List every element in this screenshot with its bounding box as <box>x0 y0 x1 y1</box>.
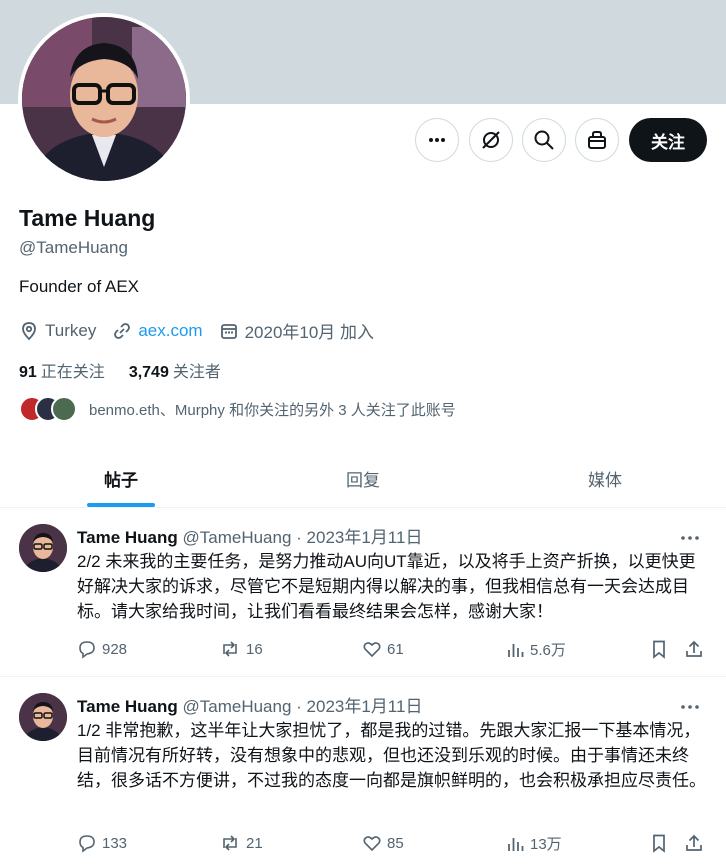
views-count: 5.6万 <box>530 642 566 659</box>
followers-count: 3,749 <box>128 364 169 381</box>
website[interactable]: aex.com <box>112 321 203 341</box>
avatar-photo <box>22 17 186 181</box>
tab-media-label: 媒体 <box>588 471 622 490</box>
more-button[interactable] <box>415 118 459 162</box>
views-count: 13万 <box>530 836 562 853</box>
tweet-header: Tame Huang @TameHuang · 2023年1月11日 <box>77 692 422 717</box>
tweet-handle-date[interactable]: @TameHuang · 2023年1月11日 <box>183 697 423 716</box>
like-count: 61 <box>387 640 404 658</box>
profile-tabs: 帖子 回复 媒体 <box>0 450 726 508</box>
tweet-handle-date[interactable]: @TameHuang · 2023年1月11日 <box>183 528 423 547</box>
profile-meta: Turkey aex.com 2020年10月 加入 <box>19 318 390 343</box>
tweet-text: 2/2 未来我的主要任务，是努力推动AU向UT靠近，以及将手上资产折换，以更快更… <box>77 552 696 621</box>
reply-count: 928 <box>102 640 128 658</box>
reply-count: 133 <box>102 834 128 852</box>
reply-icon <box>79 641 95 659</box>
following-link[interactable]: 91 正在关注 <box>19 358 105 382</box>
reply-icon <box>79 835 95 853</box>
link-icon <box>114 322 131 339</box>
tweet[interactable]: Tame Huang @TameHuang · 2023年1月11日 2/2 未… <box>0 509 726 677</box>
retweet-button[interactable]: 21 <box>219 833 263 853</box>
bookmark-button[interactable] <box>649 639 669 663</box>
following-label: 正在关注 <box>40 364 105 381</box>
retweet-count: 21 <box>246 834 263 852</box>
views-button[interactable]: 5.6万 <box>505 639 566 660</box>
calendar-icon <box>220 323 237 339</box>
join-date-text: 2020年10月 加入 <box>244 323 375 342</box>
location-icon <box>22 321 36 340</box>
views-icon <box>508 643 524 657</box>
followers-label: 关注者 <box>172 364 221 381</box>
tweet-more-button[interactable] <box>680 525 700 546</box>
tweet-actions: 133 21 85 13万 <box>77 833 707 857</box>
following-count: 91 <box>19 364 37 381</box>
reply-button[interactable]: 133 <box>77 833 127 853</box>
retweet-icon <box>223 835 237 851</box>
views-button[interactable]: 13万 <box>505 833 562 854</box>
bookmark-button[interactable] <box>649 833 669 857</box>
active-tab-indicator <box>87 503 155 507</box>
reply-button[interactable]: 928 <box>77 639 127 659</box>
like-icon <box>363 836 381 852</box>
known-followers[interactable]: benmo.eth、Murphy 和你关注的另外 3 人关注了此账号 <box>19 396 456 422</box>
like-count: 85 <box>387 834 404 852</box>
like-button[interactable]: 61 <box>362 639 404 659</box>
grok-button[interactable] <box>469 118 513 162</box>
tab-posts[interactable]: 帖子 <box>0 450 242 507</box>
views-icon <box>508 837 524 851</box>
share-icon <box>686 640 702 657</box>
follow-stats: 91 正在关注 3,749 关注者 <box>19 358 245 382</box>
tweet-avatar[interactable] <box>19 693 67 741</box>
more-icon <box>429 138 445 142</box>
profile-name: Tame Huang <box>19 205 156 231</box>
share-icon <box>686 834 702 851</box>
known-follower-avatar <box>51 396 77 422</box>
tweet-avatar[interactable] <box>19 524 67 572</box>
share-button[interactable] <box>684 639 704 663</box>
like-button[interactable]: 85 <box>362 833 404 853</box>
gift-button[interactable] <box>575 118 619 162</box>
tweet-actions: 928 16 61 5.6万 <box>77 639 707 663</box>
avatar-photo <box>19 524 67 572</box>
tweet-author-name[interactable]: Tame Huang <box>77 697 178 716</box>
grok-icon <box>482 131 500 149</box>
followers-link[interactable]: 3,749 关注者 <box>129 358 221 382</box>
profile-handle: @TameHuang <box>19 238 128 257</box>
follow-button[interactable]: 关注 <box>629 118 707 162</box>
share-button[interactable] <box>684 833 704 857</box>
search-button[interactable] <box>522 118 566 162</box>
tweet-more-button[interactable] <box>680 694 700 715</box>
location-text: Turkey <box>45 320 97 340</box>
tweet-author-name[interactable]: Tame Huang <box>77 528 178 547</box>
tweet[interactable]: Tame Huang @TameHuang · 2023年1月11日 1/2 非… <box>0 678 726 865</box>
tab-replies-label: 回复 <box>346 471 380 490</box>
tweet-text: 1/2 非常抱歉，这半年让大家担忧了，都是我的过错。先跟大家汇报一下基本情况，目… <box>77 721 706 790</box>
retweet-icon <box>223 641 237 657</box>
retweet-count: 16 <box>246 640 263 658</box>
join-date: 2020年10月 加入 <box>219 318 374 343</box>
more-icon <box>681 705 699 709</box>
bookmark-icon <box>653 834 665 853</box>
tab-media[interactable]: 媒体 <box>484 450 726 507</box>
profile-bio: Founder of AEX <box>19 277 140 296</box>
website-link[interactable]: aex.com <box>138 321 202 341</box>
gift-icon <box>588 131 606 149</box>
like-icon <box>363 642 381 658</box>
tweet-header: Tame Huang @TameHuang · 2023年1月11日 <box>77 523 422 548</box>
known-followers-text: benmo.eth、Murphy 和你关注的另外 3 人关注了此账号 <box>89 401 456 419</box>
avatar-photo <box>19 693 67 741</box>
tab-replies[interactable]: 回复 <box>242 450 484 507</box>
tab-posts-label: 帖子 <box>104 471 138 490</box>
profile-avatar[interactable] <box>18 13 190 185</box>
search-icon <box>534 130 554 150</box>
more-icon <box>681 536 699 540</box>
location: Turkey <box>19 321 96 341</box>
retweet-button[interactable]: 16 <box>219 639 263 659</box>
bookmark-icon <box>653 640 665 659</box>
